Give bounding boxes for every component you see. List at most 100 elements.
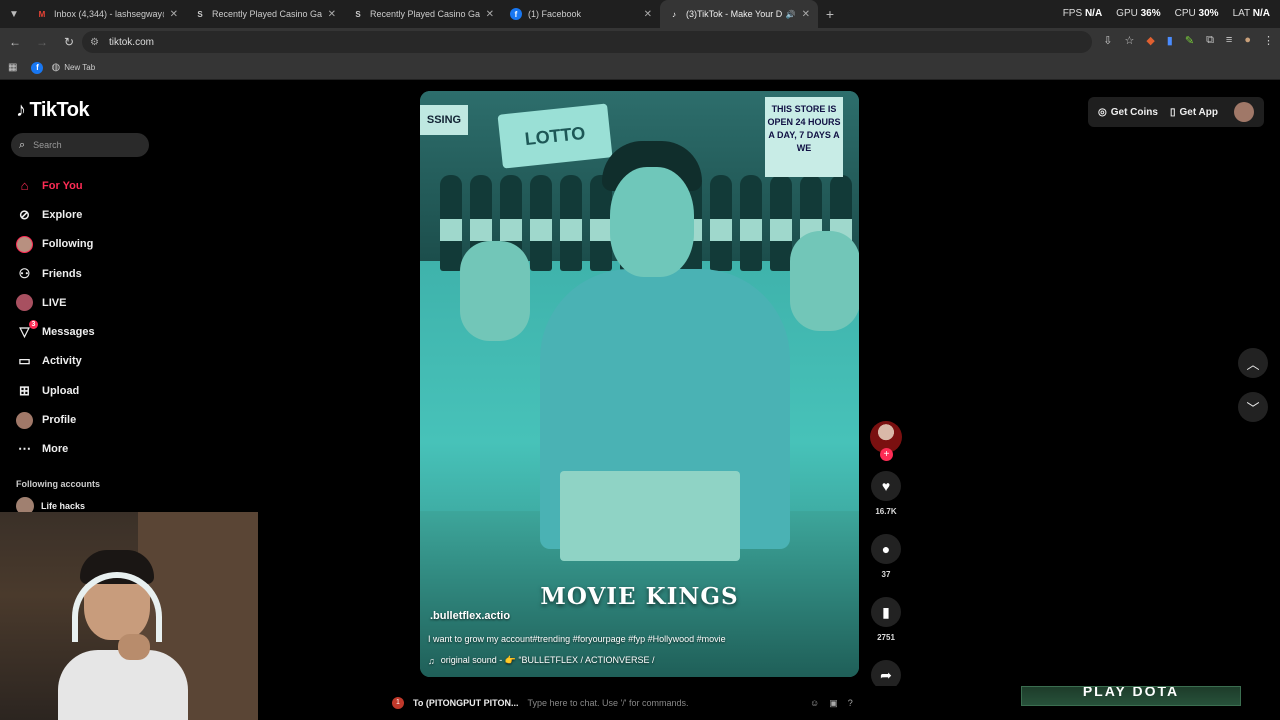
tiktok-note-icon: ♪: [16, 99, 26, 121]
browser-tab-bar: ▼ M Inbox (4,344) - lashsegway@gm ✕ S Re…: [0, 0, 1280, 28]
install-icon[interactable]: ⇩: [1103, 34, 1112, 47]
sidebar-item-following[interactable]: Following: [16, 230, 95, 259]
extension-icon[interactable]: ✎: [1185, 34, 1194, 47]
tab-casino-2[interactable]: S Recently Played Casino Games ✕: [344, 0, 502, 28]
video-player[interactable]: SSING LOTTO THIS STORE IS OPEN 24 HOURS …: [420, 91, 859, 677]
globe-icon: ◍: [51, 62, 61, 73]
url-text: tiktok.com: [108, 36, 154, 48]
toolbar-icons: ⇩ ☆ ◆ ▮ ✎ ⧉ ≡ ● ⋮: [1103, 34, 1274, 47]
close-icon[interactable]: ✕: [486, 9, 494, 20]
next-video-button[interactable]: ﹀: [1238, 392, 1268, 422]
tab-search-icon[interactable]: ▼: [0, 0, 28, 28]
search-icon: ⌕: [19, 138, 26, 151]
browser-toolbar: ← → ↻ ⚙ tiktok.com ⇩ ☆ ◆ ▮ ✎ ⧉ ≡ ● ⋮: [0, 28, 1280, 56]
tab-title: Recently Played Casino Games: [212, 9, 322, 19]
image-icon[interactable]: ▣: [829, 698, 838, 709]
new-tab-button[interactable]: +: [818, 6, 842, 22]
address-bar[interactable]: ⚙ tiktok.com: [82, 31, 1092, 53]
comment-action[interactable]: ● 37: [868, 534, 904, 579]
profile-avatar: [16, 411, 33, 429]
play-dota-banner[interactable]: PLAY DOTA: [1021, 686, 1241, 706]
follow-plus-icon[interactable]: +: [880, 448, 893, 461]
phone-icon: ▯: [1169, 106, 1176, 118]
tab-tiktok[interactable]: ♪ (3)TikTok - Make Your Day 🔊 ✕: [660, 0, 818, 28]
sidebar-item-label: Messages: [42, 326, 95, 339]
sidebar-item-upload[interactable]: ⊞ Upload: [16, 376, 95, 405]
bookmarks-bar: ▦ f ◍ New Tab: [0, 56, 1280, 80]
tiktok-logo[interactable]: ♪ TikTok: [16, 99, 90, 122]
friends-icon: ⚇: [18, 265, 31, 281]
sidebar-item-explore[interactable]: ⊘ Explore: [16, 200, 95, 229]
save-action[interactable]: ▮ 2751: [868, 597, 904, 642]
speaker-icon[interactable]: 🔊: [786, 10, 796, 19]
close-icon[interactable]: ✕: [328, 9, 336, 20]
sidebar-item-label: Activity: [42, 355, 82, 368]
bookmark-star-icon[interactable]: ☆: [1124, 34, 1134, 47]
video-overlay-title: MOVIE KINGS: [540, 583, 739, 610]
tab-casino-1[interactable]: S Recently Played Casino Games ✕: [186, 0, 344, 28]
user-avatar[interactable]: [1234, 102, 1254, 122]
home-icon: ⌂: [20, 178, 29, 194]
activity-icon: ▭: [18, 353, 31, 369]
bookmark-new-tab[interactable]: New Tab: [64, 63, 95, 72]
facebook-bookmark-icon[interactable]: f: [31, 61, 44, 74]
game-chat-bar: 1 To (PITONGPUT PITON... Type here to ch…: [258, 686, 1020, 720]
more-icon: ⋯: [18, 441, 31, 457]
video-author[interactable]: .bulletflex.actio: [430, 610, 510, 622]
sidebar-item-more[interactable]: ⋯ More: [16, 435, 95, 464]
creator-avatar[interactable]: +: [870, 421, 902, 461]
sidebar-item-messages[interactable]: ▽ 3 Messages: [16, 317, 95, 346]
comment-icon[interactable]: ●: [871, 534, 901, 564]
profile-avatar[interactable]: ●: [1244, 34, 1251, 47]
video-caption: I want to grow my account#trending #fory…: [428, 634, 726, 644]
reload-icon[interactable]: ↻: [57, 35, 81, 49]
tab-title: (1) Facebook: [528, 9, 582, 19]
close-icon[interactable]: ✕: [170, 9, 178, 20]
site-icon: S: [197, 9, 203, 19]
sidebar-item-live[interactable]: LIVE: [16, 288, 95, 317]
extension-icon[interactable]: ▮: [1167, 34, 1173, 47]
chevron-up-icon: ︿: [1246, 356, 1260, 372]
forward-icon[interactable]: →: [30, 35, 54, 49]
sidebar-item-profile[interactable]: Profile: [16, 405, 95, 434]
get-coins-button[interactable]: ◎ Get Coins: [1098, 107, 1158, 118]
sidebar-nav: ⌂ For You ⊘ Explore Following ⚇ Friends …: [16, 171, 95, 464]
extension-icon[interactable]: ◆: [1146, 34, 1154, 47]
tab-gmail[interactable]: M Inbox (4,344) - lashsegway@gm ✕: [28, 0, 186, 28]
sidebar-item-label: More: [42, 443, 69, 456]
sound-label: original sound - 👉 “BULLETFLEX / ACTIONV…: [440, 655, 655, 665]
coin-icon: ◎: [1098, 106, 1107, 118]
previous-video-button[interactable]: ︿: [1238, 348, 1268, 378]
apps-grid-icon[interactable]: ▦: [8, 62, 17, 73]
extensions-puzzle-icon[interactable]: ⧉: [1206, 34, 1214, 47]
close-icon[interactable]: ✕: [644, 9, 652, 20]
emoji-icon[interactable]: ☺: [810, 698, 819, 709]
help-icon[interactable]: ?: [848, 698, 853, 709]
tab-title: (3)TikTok - Make Your Day: [686, 9, 782, 19]
following-avatar: [16, 235, 33, 253]
get-app-button[interactable]: ▯ Get App: [1170, 107, 1218, 118]
tab-title: Inbox (4,344) - lashsegway@gm: [54, 9, 164, 19]
search-input[interactable]: ⌕ Search: [11, 133, 149, 157]
like-action[interactable]: ♥ 16.7K: [868, 471, 904, 516]
get-app-label: Get App: [1179, 106, 1218, 118]
sidebar-item-label: Upload: [42, 384, 80, 397]
back-icon[interactable]: ←: [3, 35, 27, 49]
chat-recipient: To (PITONGPUT PITON...: [413, 698, 519, 708]
menu-kebab-icon[interactable]: ⋮: [1263, 34, 1274, 47]
sidebar-item-label: Profile: [42, 414, 77, 427]
sidebar-item-friends[interactable]: ⚇ Friends: [16, 259, 95, 288]
heart-icon[interactable]: ♥: [871, 471, 901, 501]
streamer-image: [58, 546, 188, 720]
video-sound[interactable]: ♫ original sound - 👉 “BULLETFLEX / ACTIO…: [428, 655, 655, 666]
site-info-icon[interactable]: ⚙: [90, 37, 99, 48]
tab-facebook[interactable]: f (1) Facebook ✕: [502, 0, 660, 28]
bookmark-icon[interactable]: ▮: [871, 597, 901, 627]
sidebar-item-activity[interactable]: ▭ Activity: [16, 347, 95, 376]
sidebar-item-for-you[interactable]: ⌂ For You: [16, 171, 95, 200]
chat-input[interactable]: Type here to chat. Use '/' for commands.: [528, 698, 689, 708]
lat-readout: LAT N/A: [1232, 8, 1270, 19]
comment-count: 37: [881, 570, 891, 579]
media-icon[interactable]: ≡: [1226, 34, 1232, 47]
close-icon[interactable]: ✕: [802, 9, 810, 20]
